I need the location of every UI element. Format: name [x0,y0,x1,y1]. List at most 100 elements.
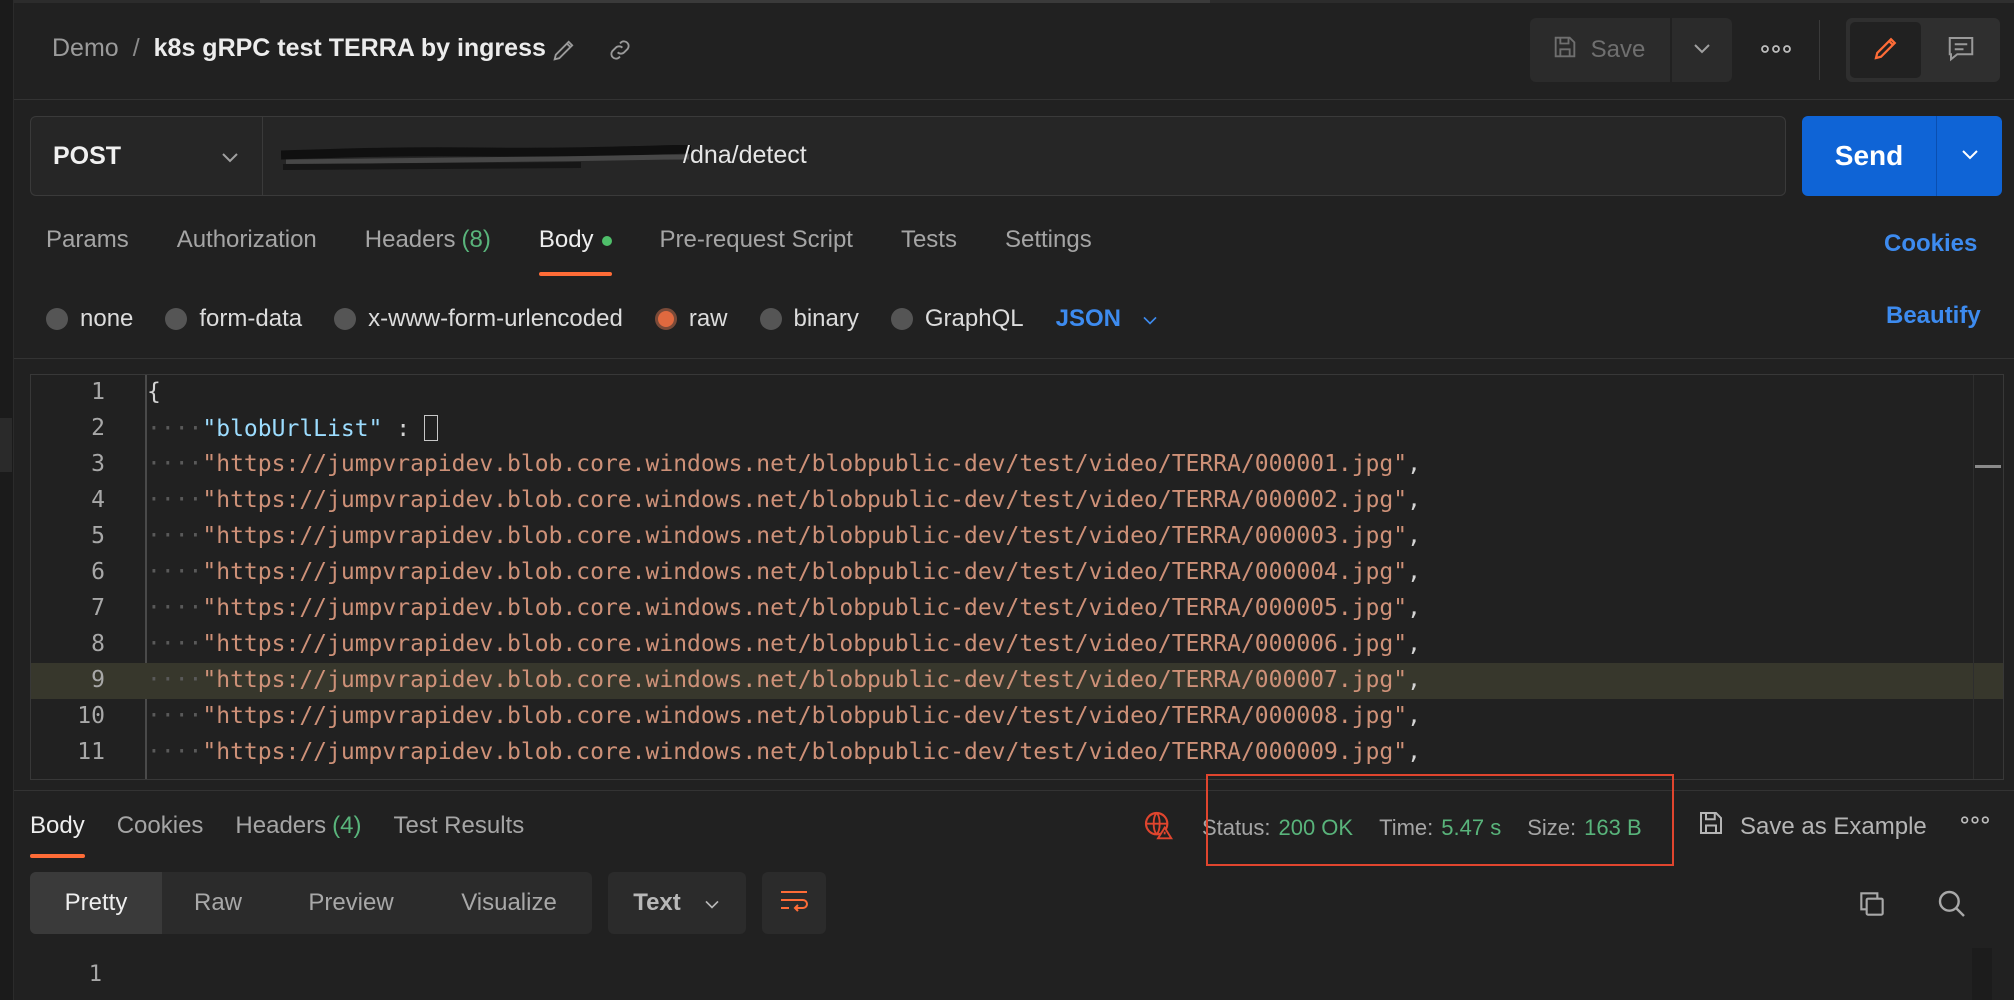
response-line-number: 1 [88,962,102,987]
request-header: Demo / k8s gRPC test TERRA by ingress Sa… [14,0,2014,100]
tab-label: Headers [235,812,327,839]
breadcrumb-separator: / [132,34,140,62]
json-string: "https://jumpvrapidev.blob.core.windows.… [202,523,1408,549]
code-token: , [1407,559,1421,585]
left-rail [0,0,14,1000]
body-format-label: JSON [1055,305,1121,332]
view-visualize-button[interactable]: Visualize [428,872,590,934]
response-format-label: Text [633,889,681,916]
tab-label: Headers [364,226,456,253]
code-token: , [1407,451,1421,477]
chevron-down-icon [1141,305,1159,333]
radio-circle [759,308,782,330]
line-number: 3 [91,451,105,477]
line-number: 6 [91,559,105,585]
radio-circle [890,308,913,330]
save-dropdown-button[interactable] [1670,18,1732,82]
response-tab-body[interactable]: Body [30,812,85,858]
tab-authorization[interactable]: Authorization [177,226,317,276]
chevron-down-icon [1960,147,1980,166]
code-line: 6 ····"https://jumpvrapidev.blob.core.wi… [31,555,2003,591]
cookies-link[interactable]: Cookies [1884,230,1977,258]
view-raw-button[interactable]: Raw [162,872,274,934]
response-format-select[interactable]: Text [608,872,746,934]
radio-label: none [80,305,134,332]
editor-scrollbar-track[interactable] [1973,375,1974,779]
code-line: 1 { [31,375,2003,411]
body-format-select[interactable]: JSON [1056,305,1159,333]
save-icon [1696,808,1726,845]
send-button[interactable]: Send [1802,116,1936,196]
response-scrollbar[interactable] [1972,948,1992,1000]
view-preview-button[interactable]: Preview [274,872,428,934]
code-token: , [1407,487,1421,513]
send-button-group: Send [1802,116,2002,196]
tab-label: Settings [1004,226,1092,253]
copy-icon[interactable] [1856,888,1888,925]
edit-name-icon[interactable] [550,36,580,66]
radio-circle-selected [654,308,677,330]
radio-label: form-data [199,305,303,332]
editor-scrollbar-thumb[interactable] [1975,465,2001,468]
json-string: "https://jumpvrapidev.blob.core.windows.… [202,667,1408,693]
request-body-editor[interactable]: 1 { 2 ····"blobUrlList" : 3 ····"https:/… [30,374,2004,780]
comments-button[interactable] [1925,22,1996,78]
code-line: 8 ····"https://jumpvrapidev.blob.core.wi… [31,627,2003,663]
comment-icon [1946,33,1976,68]
more-horizontal-icon [1960,812,1990,829]
method-select[interactable]: POST [30,116,262,196]
radio-form-data[interactable]: form-data [165,305,302,333]
code-token: , [1407,523,1421,549]
line-number: 5 [91,523,105,549]
json-string: "https://jumpvrapidev.blob.core.windows.… [202,487,1408,513]
code-token: , [1407,667,1421,693]
wrap-lines-button[interactable] [762,872,826,934]
edit-mode-button[interactable] [1850,22,1921,78]
response-tab-headers[interactable]: Headers (4) [235,812,361,858]
link-icon[interactable] [606,36,636,66]
search-icon[interactable] [1936,888,1968,925]
modified-indicator [601,236,612,246]
radio-binary[interactable]: binary [759,305,859,333]
response-more-options-button[interactable] [1960,812,1990,830]
tab-params[interactable]: Params [46,226,129,276]
radio-label: GraphQL [924,305,1024,332]
beautify-button[interactable]: Beautify [1886,302,1981,330]
response-tab-cookies[interactable]: Cookies [117,812,204,858]
url-input[interactable]: /dna/detect [262,116,1786,196]
tab-label: Pre-request Script [659,226,853,253]
tab-settings[interactable]: Settings [1005,226,1092,276]
tab-label: Tests [900,226,957,253]
tab-pre-request-script[interactable]: Pre-request Script [660,226,853,276]
tab-label: Body [538,226,594,253]
send-dropdown-button[interactable] [1936,116,2002,196]
radio-raw[interactable]: raw [654,305,728,333]
tab-tests[interactable]: Tests [901,226,957,276]
tab-body[interactable]: Body [538,226,612,276]
save-button[interactable]: Save [1530,18,1666,82]
tab-headers[interactable]: Headers (8) [365,226,491,276]
json-string: "https://jumpvrapidev.blob.core.windows.… [202,631,1408,657]
radio-label: x-www-form-urlencoded [368,305,623,332]
tab-label: Test Results [393,812,525,839]
line-number: 9 [91,667,105,693]
url-path: /dna/detect [683,141,807,169]
network-error-globe-icon[interactable] [1142,809,1174,847]
save-as-example-button[interactable]: Save as Example [1696,808,1927,845]
radio-graphql[interactable]: GraphQL [890,305,1024,333]
view-pretty-button[interactable]: Pretty [30,872,162,934]
response-view-mode-group: Pretty Raw Preview Visualize [30,872,592,934]
response-tab-test-results[interactable]: Test Results [393,812,524,858]
radio-none[interactable]: none [46,305,133,333]
code-token: , [1407,631,1421,657]
json-string: "https://jumpvrapidev.blob.core.windows.… [202,595,1408,621]
radio-x-www-form-urlencoded[interactable]: x-www-form-urlencoded [334,305,623,333]
breadcrumb-workspace[interactable]: Demo [52,34,119,63]
method-label: POST [53,141,122,170]
text-cursor [423,415,438,441]
view-mode-toggle [1846,18,2000,82]
body-type-selector: none form-data x-www-form-urlencoded raw… [46,302,1159,336]
request-name[interactable]: k8s gRPC test TERRA by ingress [154,34,546,63]
code-line: 11 ····"https://jumpvrapidev.blob.core.w… [31,735,2003,771]
more-options-button[interactable] [1744,18,1808,82]
